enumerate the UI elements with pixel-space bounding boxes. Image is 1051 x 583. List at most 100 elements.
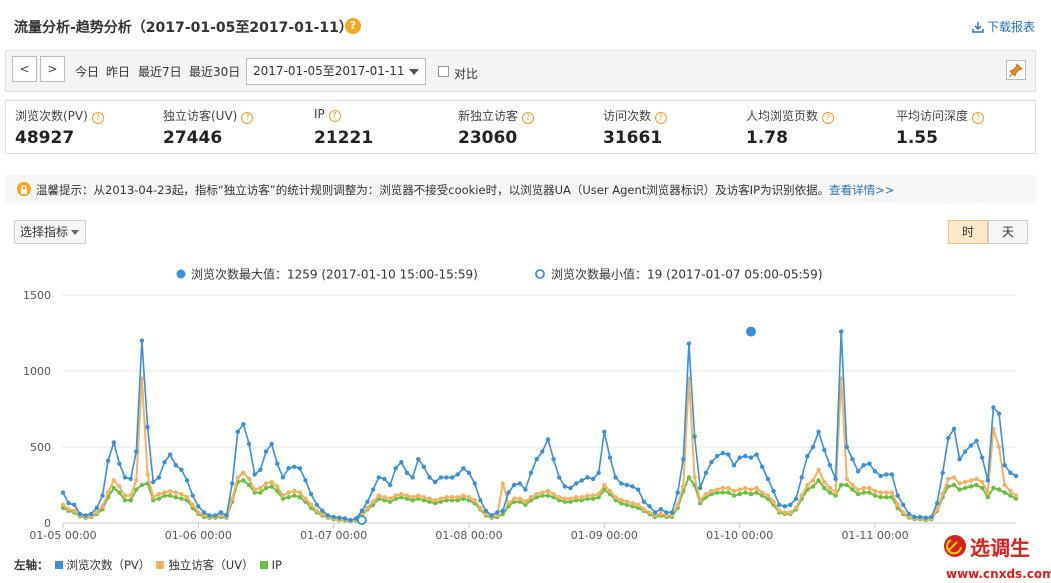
select-metric-dropdown[interactable]: 选择指标	[14, 220, 86, 244]
data-point-ip	[179, 496, 184, 501]
data-point-uv	[996, 444, 1002, 450]
compare-checkbox[interactable]	[438, 66, 449, 77]
data-point-uv	[179, 491, 184, 497]
data-point-uv	[156, 491, 162, 497]
data-point-pv	[963, 449, 968, 454]
data-point-pv	[574, 481, 579, 486]
data-point-uv	[534, 491, 539, 497]
data-point-uv	[511, 496, 517, 501]
data-point-uv	[748, 487, 754, 492]
data-point-uv	[574, 495, 579, 500]
data-point-uv	[731, 488, 737, 494]
legend-uv[interactable]: 独立访客（UV）	[168, 558, 253, 572]
min-legend-marker	[535, 269, 545, 279]
data-point-uv	[433, 498, 438, 503]
data-point-uv	[241, 470, 246, 475]
help-icon[interactable]: ?	[345, 18, 361, 34]
data-point-pv	[720, 450, 725, 456]
data-point-uv	[590, 493, 596, 498]
data-point-pv	[478, 498, 483, 503]
data-point-pv	[872, 469, 878, 474]
data-point-uv	[286, 490, 291, 495]
legend-swatch-ip	[259, 561, 268, 569]
data-point-ip	[737, 491, 742, 497]
data-point-pv	[709, 460, 714, 465]
data-point-pv	[370, 487, 376, 492]
chart-legend: 浏览次数最大值：1259 (2017-01-10 15:00-15:59) 浏览…	[176, 267, 823, 282]
data-point-uv	[94, 510, 100, 515]
data-point-uv	[387, 496, 393, 501]
data-point-uv	[427, 496, 432, 501]
metric-ip-value: 21221	[314, 128, 374, 148]
data-point-pv	[1002, 463, 1007, 468]
data-point-ip	[731, 493, 737, 498]
data-point-uv	[754, 485, 759, 491]
data-point-uv	[810, 478, 816, 483]
data-point-pv	[359, 508, 365, 513]
data-point-uv	[297, 490, 302, 495]
prev-period-button[interactable]: <	[12, 56, 37, 82]
quick-last-7-days[interactable]: 最近7日	[138, 63, 182, 80]
data-point-pv	[816, 429, 821, 434]
data-point-uv	[647, 510, 652, 515]
granularity-hour-button[interactable]: 时	[948, 220, 988, 244]
data-point-pv	[404, 470, 410, 475]
data-point-uv	[478, 505, 483, 510]
data-point-uv	[658, 511, 663, 517]
legend-ip[interactable]: IP	[272, 558, 282, 572]
data-point-uv	[235, 475, 240, 480]
data-point-pv	[793, 496, 799, 501]
data-point-pv	[201, 510, 207, 515]
pin-button[interactable]	[1006, 60, 1026, 80]
data-point-uv	[365, 505, 370, 510]
data-point-uv	[117, 484, 122, 489]
quick-yesterday[interactable]: 昨日	[106, 63, 130, 80]
data-point-uv	[151, 495, 156, 500]
data-point-pv	[455, 472, 460, 477]
data-point-pv	[596, 470, 601, 475]
next-period-button[interactable]: >	[40, 56, 65, 82]
data-point-uv	[399, 491, 404, 497]
data-point-uv	[568, 496, 573, 501]
data-point-pv	[1013, 473, 1019, 479]
quick-last-30-days[interactable]: 最近30日	[189, 63, 240, 80]
data-point-uv	[506, 501, 511, 506]
data-point-ip	[173, 495, 178, 500]
data-point-uv	[66, 507, 71, 512]
data-point-pv	[534, 457, 539, 462]
help-icon: ?	[241, 112, 254, 124]
data-point-uv	[822, 479, 827, 485]
date-range-select[interactable]: 2017-01-05至2017-01-11	[246, 58, 426, 85]
data-point-ip	[839, 482, 844, 488]
data-point-ip	[884, 495, 889, 500]
data-point-uv	[551, 491, 556, 497]
legend-pv[interactable]: 浏览次数（PV）	[67, 558, 151, 572]
data-point-pv	[393, 466, 398, 471]
data-point-uv	[523, 499, 528, 504]
data-point-pv	[951, 426, 957, 431]
date-range-value: 2017-01-05至2017-01-11	[253, 64, 405, 78]
quick-today[interactable]: 今日	[75, 63, 99, 80]
download-report-button[interactable]: 下载报表	[972, 18, 1035, 35]
data-point-uv	[957, 481, 962, 486]
data-point-pv	[884, 472, 889, 477]
data-point-ip	[968, 484, 974, 489]
data-point-uv	[416, 493, 421, 498]
data-point-ip	[241, 478, 246, 483]
data-point-uv	[980, 479, 985, 485]
data-point-pv	[528, 470, 534, 475]
metric-pv-label: 浏览次数(PV)?	[15, 107, 104, 124]
data-point-uv	[466, 495, 472, 500]
data-point-pv	[855, 469, 861, 474]
data-point-pv	[167, 452, 173, 457]
x-tick-label: 01-10 00:00	[706, 529, 773, 542]
max-value-label: 浏览次数最大值：1259 (2017-01-10 15:00-15:59)	[191, 267, 478, 282]
data-point-pv	[681, 457, 686, 462]
data-point-uv	[827, 485, 833, 491]
data-point-uv	[974, 476, 979, 482]
data-point-ip	[1008, 493, 1013, 498]
view-details-link[interactable]: 查看详情>>	[829, 183, 894, 197]
help-icon: ?	[91, 112, 104, 124]
granularity-day-button[interactable]: 天	[988, 220, 1028, 244]
data-point-uv	[968, 478, 974, 483]
